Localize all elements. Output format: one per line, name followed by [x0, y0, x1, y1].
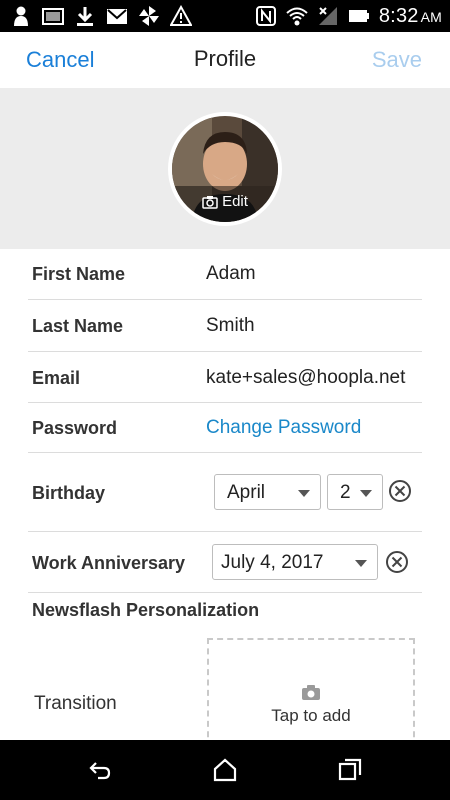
last-name-row: Last Name Smith — [28, 300, 422, 352]
person-icon — [10, 5, 32, 27]
newsflash-section-title: Newsflash Personalization — [32, 600, 260, 620]
birthday-day-select[interactable]: 2 — [327, 474, 383, 510]
last-name-label: Last Name — [32, 316, 124, 336]
password-row: Password Change Password — [28, 403, 422, 453]
warning-icon — [170, 5, 192, 27]
home-icon[interactable] — [212, 757, 238, 783]
first-name-row: First Name Adam — [28, 249, 422, 300]
chevron-down-icon — [360, 490, 372, 497]
work-anniversary-row: Work Anniversary July 4, 2017 — [28, 532, 422, 593]
email-field[interactable]: kate+sales@hoopla.net — [206, 367, 405, 389]
recents-icon[interactable] — [337, 757, 363, 783]
battery-icon — [348, 5, 370, 27]
camera-icon — [202, 195, 218, 209]
avatar-photo: Edit — [172, 116, 278, 222]
birthday-month-value: April — [227, 482, 266, 503]
clear-anniversary-icon[interactable] — [385, 550, 409, 574]
first-name-label: First Name — [32, 264, 126, 284]
change-password-link[interactable]: Change Password — [206, 417, 361, 439]
camera-icon — [302, 685, 320, 700]
clock: 8:32 AM — [378, 4, 442, 27]
work-anniversary-value: July 4, 2017 — [221, 552, 324, 573]
birthday-day-value: 2 — [340, 482, 351, 503]
wifi-icon — [286, 5, 308, 27]
work-anniversary-label: Work Anniversary — [32, 553, 186, 573]
work-anniversary-select[interactable]: July 4, 2017 — [212, 544, 378, 580]
tap-to-add-label: Tap to add — [271, 706, 351, 725]
navigation-bar — [0, 740, 450, 800]
transition-label: Transition — [34, 693, 117, 714]
back-icon[interactable] — [87, 757, 113, 783]
avatar[interactable]: Edit — [168, 112, 282, 226]
password-label: Password — [32, 418, 118, 438]
pinwheel-icon — [138, 5, 160, 27]
avatar-section: Edit — [0, 88, 450, 249]
clear-birthday-icon[interactable] — [388, 479, 412, 503]
top-bar: Cancel Profile Save — [0, 32, 450, 88]
image-icon — [42, 5, 64, 27]
last-name-field[interactable]: Smith — [206, 315, 255, 337]
signal-icon — [317, 5, 339, 27]
gmail-icon — [106, 5, 128, 27]
chevron-down-icon — [298, 490, 310, 497]
birthday-label: Birthday — [32, 483, 106, 503]
chevron-down-icon — [355, 560, 367, 567]
email-label: Email — [32, 368, 81, 388]
nfc-icon — [255, 5, 277, 27]
birthday-row: Birthday April 2 — [28, 453, 422, 532]
download-icon — [74, 5, 96, 27]
status-bar: 8:32 AM — [0, 0, 450, 32]
birthday-month-select[interactable]: April — [214, 474, 321, 510]
first-name-field[interactable]: Adam — [206, 263, 256, 285]
avatar-edit-label[interactable]: Edit — [172, 193, 278, 210]
save-button[interactable]: Save — [372, 47, 422, 73]
email-row: Email kate+sales@hoopla.net — [28, 352, 422, 403]
